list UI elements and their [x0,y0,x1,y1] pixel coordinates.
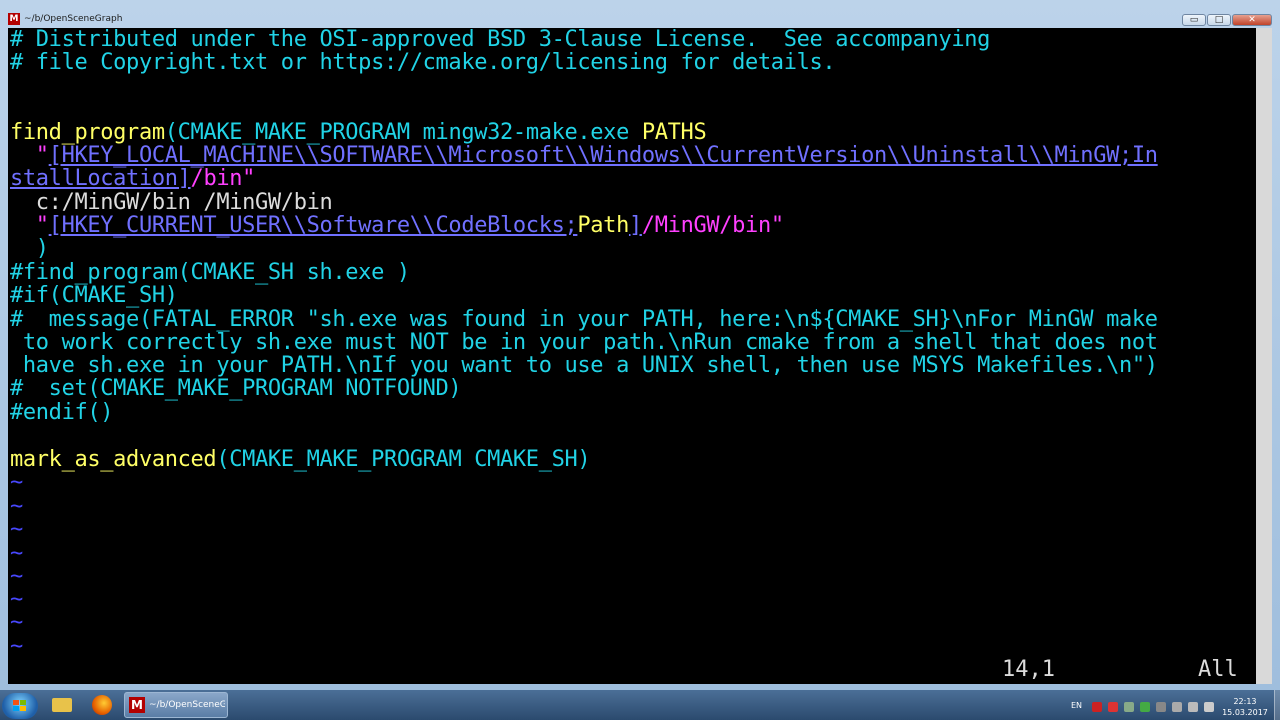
clock-date: 15.03.2017 [1222,708,1268,717]
code-line: # Distributed under the OSI-approved BSD… [10,28,991,52]
code-line: # file Copyright.txt or https://cmake.or… [10,50,836,75]
volume-icon[interactable] [1204,702,1214,712]
tray-icon[interactable] [1108,702,1118,712]
maximize-button[interactable]: □ [1207,14,1231,26]
start-button[interactable] [2,693,38,719]
code-line: "[HKEY_LOCAL_MACHINE\\SOFTWARE\\Microsof… [10,143,1158,168]
code-line: c:/MinGW/bin /MinGW/bin [10,190,333,215]
empty-line-marker: ~ [10,634,23,659]
code-line: # set(CMAKE_MAKE_PROGRAM NOTFOUND) [10,376,462,401]
registry-link: [HKEY_CURRENT_USER\\Software\\CodeBlocks… [48,213,578,238]
firefox-taskbar-button[interactable] [84,692,120,718]
cursor-position: 14,1 [1002,657,1055,682]
folder-icon [52,698,72,712]
tray-icon[interactable] [1156,702,1166,712]
code-line: find_program(CMAKE_MAKE_PROGRAM mingw32-… [10,120,707,145]
code-line: stallLocation]/bin" [10,166,256,191]
vim-icon: M [129,697,145,713]
firefox-icon [92,695,112,715]
empty-line-marker: ~ [10,610,23,635]
clock[interactable]: 22:13 15.03.2017 [1218,696,1272,718]
code-line: #endif() [10,400,114,425]
vim-icon: M [8,13,20,25]
system-tray [1092,702,1220,712]
explorer-taskbar-button[interactable] [44,692,80,718]
code-line: #if(CMAKE_SH) [10,283,178,308]
empty-line-marker: ~ [10,564,23,589]
code-line: ) [10,236,49,261]
tray-icon[interactable] [1092,702,1102,712]
clock-time: 22:13 [1233,697,1257,706]
registry-link: [HKEY_LOCAL_MACHINE\\SOFTWARE\\Microsoft… [48,143,1158,168]
code-line: # message(FATAL_ERROR "sh.exe was found … [10,307,1158,332]
empty-line-marker: ~ [10,494,23,519]
scrollbar[interactable] [1256,28,1272,684]
title-bar[interactable]: M ~/b/OpenSceneGraph ▭ □ ✕ [0,0,1280,28]
code-line: have sh.exe in your PATH.\nIf you want t… [10,353,1158,378]
show-desktop-button[interactable] [1274,690,1280,720]
empty-line-marker: ~ [10,517,23,542]
language-indicator[interactable]: EN [1071,701,1082,710]
code-line: "[HKEY_CURRENT_USER\\Software\\CodeBlock… [10,213,784,238]
code-line: #find_program(CMAKE_SH sh.exe ) [10,260,410,285]
scroll-indicator: All [1198,657,1238,682]
tray-icon[interactable] [1124,702,1134,712]
window-controls: ▭ □ ✕ [1181,14,1272,26]
code-line: to work correctly sh.exe must NOT be in … [10,330,1158,355]
empty-line-marker: ~ [10,541,23,566]
display-icon[interactable] [1188,702,1198,712]
vim-taskbar-button[interactable]: M ~/b/OpenSceneG... [124,692,228,718]
window-title: ~/b/OpenSceneGraph [24,14,123,24]
vim-taskbar-label: ~/b/OpenSceneG... [149,700,225,710]
network-icon[interactable] [1172,702,1182,712]
tray-icon[interactable] [1140,702,1150,712]
code-line: mark_as_advanced(CMAKE_MAKE_PROGRAM CMAK… [10,447,591,472]
close-button[interactable]: ✕ [1232,14,1272,26]
minimize-button[interactable]: ▭ [1182,14,1206,26]
editor-area[interactable]: # Distributed under the OSI-approved BSD… [8,28,1256,684]
empty-line-marker: ~ [10,587,23,612]
windows-logo-icon [13,700,26,711]
empty-line-marker: ~ [10,470,23,495]
